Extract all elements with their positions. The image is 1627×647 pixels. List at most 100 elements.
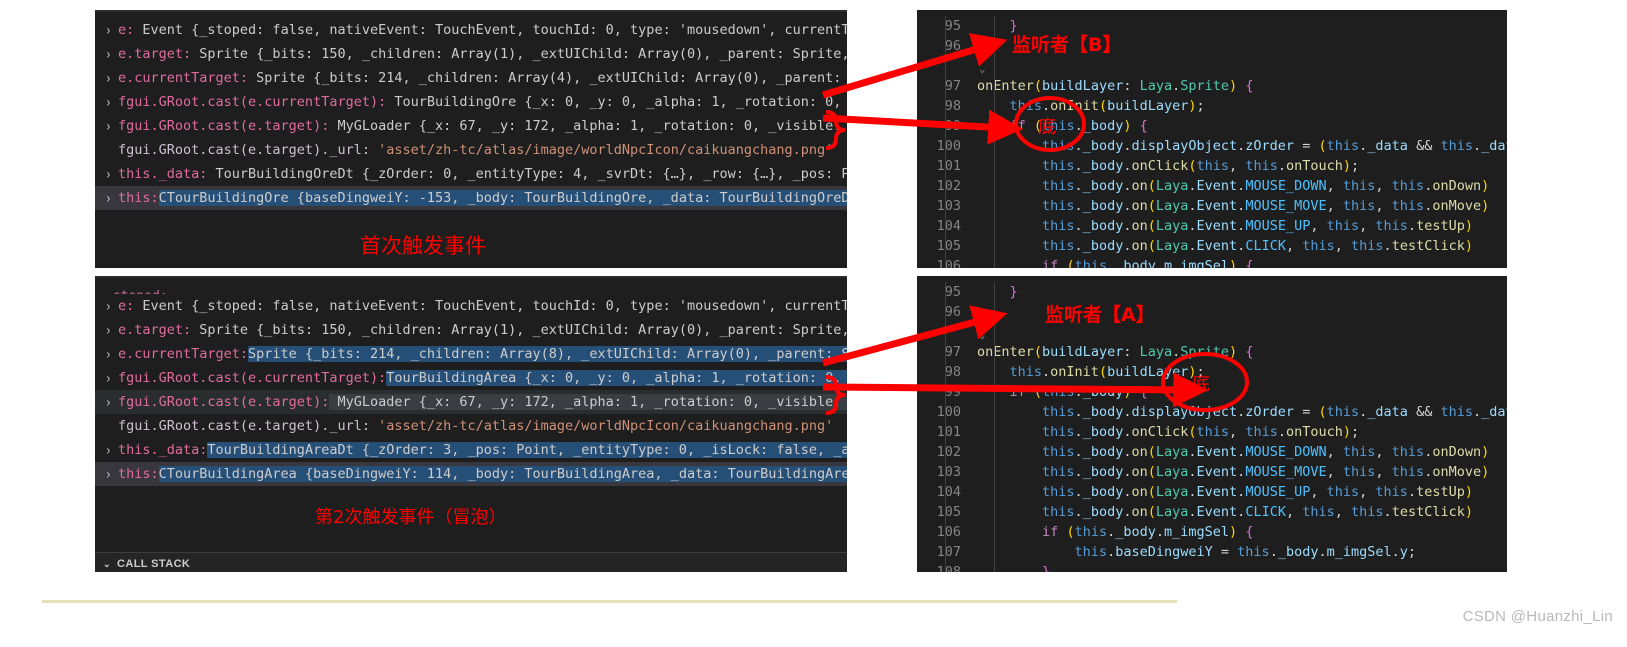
variable-row[interactable]: › fgui.GRoot.cast(e.target): MyGLoader {_… bbox=[95, 390, 915, 414]
variable-row[interactable]: › e: Event {_stoped: false, nativeEvent: … bbox=[95, 294, 971, 318]
expand-chevron-icon[interactable]: › bbox=[105, 460, 118, 490]
variable-key: this._data: bbox=[118, 442, 208, 458]
line-number: 101 bbox=[936, 424, 961, 440]
variable-value: 'asset/zh-tc/atlas/image/worldNpcIcon/ca… bbox=[369, 418, 834, 434]
variable-key: this: bbox=[118, 466, 159, 482]
code-line[interactable]: this._body.displayObject.zOrder = (this.… bbox=[977, 402, 1507, 422]
caption-first-trigger: 首次触发事件 bbox=[360, 234, 486, 258]
line-number-gutter-second: 9596979899100101102103104105106107108109 bbox=[917, 282, 969, 572]
code-line[interactable] bbox=[977, 56, 1507, 76]
caption-second-trigger: 第2次触发事件（冒泡） bbox=[315, 507, 507, 528]
footer-divider bbox=[42, 600, 1177, 603]
variable-key: e.currentTarget: bbox=[118, 346, 249, 362]
variable-key: e: bbox=[118, 22, 135, 38]
call-stack-section-header[interactable]: ⌄ CALL STACK bbox=[95, 552, 847, 572]
line-number: 100 bbox=[936, 404, 961, 420]
call-stack-label: CALL STACK bbox=[117, 558, 191, 570]
line-number: 97 bbox=[944, 344, 961, 360]
variable-row[interactable]: › e.target: Sprite {_bits: 150, _children… bbox=[95, 318, 955, 342]
variable-key: this: bbox=[118, 190, 159, 206]
code-line[interactable]: this._body.on(Laya.Event.MOUSE_UP, this,… bbox=[977, 216, 1507, 236]
debug-screenshot-second-trigger: _stoped: …›e: Event {_stoped: false, nat… bbox=[95, 276, 1507, 572]
code-line[interactable]: this._body.on(Laya.Event.MOUSE_DOWN, thi… bbox=[977, 176, 1507, 196]
variable-key: e.target: bbox=[118, 46, 192, 62]
fold-chevron-icon[interactable]: ⌄ bbox=[979, 62, 986, 75]
code-line[interactable]: } bbox=[977, 562, 1507, 572]
pane-divider-second bbox=[847, 276, 917, 572]
code-line[interactable]: this._body.onClick(this, this.onTouch); bbox=[977, 422, 1507, 442]
code-area-first[interactable]: } onEnter(buildLayer: Laya.Sprite) { thi… bbox=[977, 16, 1507, 268]
line-number: 105 bbox=[936, 238, 961, 254]
code-line[interactable]: this.baseDingweiY = this._body.m_imgSel.… bbox=[977, 542, 1507, 562]
debug-screenshot-first-trigger: › e: Event {_stoped: false, nativeEvent: … bbox=[95, 10, 1507, 268]
line-number: 108 bbox=[936, 564, 961, 572]
line-number: 99 bbox=[944, 384, 961, 400]
code-line[interactable]: if (this._body.m_imgSel) { bbox=[977, 522, 1507, 542]
variable-value: TourBuildingOreDt {_zOrder: 0, _entityTy… bbox=[207, 166, 891, 182]
code-line[interactable]: this._body.displayObject.zOrder = (this.… bbox=[977, 136, 1507, 156]
indent-guide bbox=[994, 282, 995, 572]
code-line[interactable] bbox=[977, 36, 1507, 56]
code-line[interactable]: this._body.on(Laya.Event.MOUSE_UP, this,… bbox=[977, 482, 1507, 502]
line-number: 97 bbox=[944, 78, 961, 94]
code-line[interactable] bbox=[977, 322, 1507, 342]
variable-key: fgui.GRoot.cast(e.target)._url: bbox=[118, 418, 370, 434]
variable-key: fgui.GRoot.cast(e.currentTarget): bbox=[118, 94, 387, 110]
variable-row[interactable]: › fgui.GRoot.cast(e.currentTarget): TourB… bbox=[95, 90, 971, 114]
variables-pane-second: _stoped: …›e: Event {_stoped: false, nat… bbox=[95, 276, 971, 572]
variable-row[interactable]: › e.currentTarget:Sprite {_bits: 214, _ch… bbox=[95, 342, 964, 366]
line-number: 98 bbox=[944, 98, 961, 114]
variable-key: this._data: bbox=[118, 166, 208, 182]
variable-value: Sprite {_bits: 150, _children: Array(1),… bbox=[191, 46, 956, 62]
variable-row[interactable]: › e: Event {_stoped: false, nativeEvent: … bbox=[95, 18, 971, 42]
variable-row[interactable]: › this._data: TourBuildingOreDt {_zOrder:… bbox=[95, 162, 890, 186]
variable-row[interactable]: › fgui.GRoot.cast(e.currentTarget):TourBu… bbox=[95, 366, 964, 390]
variables-list-first[interactable]: › e: Event {_stoped: false, nativeEvent: … bbox=[95, 18, 971, 210]
code-line[interactable]: this.onInit(buildLayer); bbox=[977, 96, 1507, 116]
line-number bbox=[917, 56, 969, 76]
line-number: 106 bbox=[936, 258, 961, 268]
code-line[interactable]: if (this._body) { bbox=[977, 382, 1507, 402]
code-line[interactable] bbox=[977, 302, 1507, 322]
variable-value: Event {_stoped: false, nativeEvent: Touc… bbox=[134, 22, 972, 38]
variable-value: Sprite {_bits: 150, _children: Array(1),… bbox=[191, 322, 956, 338]
line-number: 107 bbox=[936, 544, 961, 560]
indent-guide bbox=[945, 16, 946, 268]
variable-row[interactable]: ›fgui.GRoot.cast(e.target)._url: 'asset/… bbox=[95, 138, 847, 162]
line-number: 101 bbox=[936, 158, 961, 174]
indent-guide bbox=[994, 16, 995, 268]
variable-row[interactable]: › this:CTourBuildingArea {baseDingweiY: 1… bbox=[95, 462, 939, 486]
fold-chevron-icon[interactable]: ⌄ bbox=[979, 328, 986, 341]
code-line[interactable]: this.onInit(buildLayer); bbox=[977, 362, 1507, 382]
code-line[interactable]: if (this._body.m_imgSel) { bbox=[977, 256, 1507, 268]
variables-pane-first: › e: Event {_stoped: false, nativeEvent: … bbox=[95, 10, 971, 268]
line-number-gutter-first: 9596979899100101102103104105106107 bbox=[917, 16, 969, 268]
code-line[interactable]: onEnter(buildLayer: Laya.Sprite) { bbox=[977, 342, 1507, 362]
code-line[interactable]: this._body.on(Laya.Event.MOUSE_DOWN, thi… bbox=[977, 442, 1507, 462]
variables-list-second[interactable]: _stoped: …›e: Event {_stoped: false, nat… bbox=[95, 284, 971, 486]
code-line[interactable]: this._body.on(Laya.Event.MOUSE_MOVE, thi… bbox=[977, 196, 1507, 216]
variable-row[interactable]: › this._data:TourBuildingAreaDt {_zOrder:… bbox=[95, 438, 923, 462]
code-line[interactable]: if (this._body) { bbox=[977, 116, 1507, 136]
code-line[interactable]: onEnter(buildLayer: Laya.Sprite) { bbox=[977, 76, 1507, 96]
variable-key: fgui.GRoot.cast(e.target): bbox=[118, 118, 330, 134]
code-line[interactable]: } bbox=[977, 282, 1507, 302]
line-number: 104 bbox=[936, 218, 961, 234]
code-line[interactable]: } bbox=[977, 16, 1507, 36]
variable-key: fgui.GRoot.cast(e.target)._url: bbox=[118, 142, 370, 158]
code-line[interactable]: this._body.on(Laya.Event.MOUSE_MOVE, thi… bbox=[977, 462, 1507, 482]
variable-row[interactable]: › fgui.GRoot.cast(e.target): MyGLoader {_… bbox=[95, 114, 915, 138]
variable-row[interactable]: › e.target: Sprite {_bits: 150, _children… bbox=[95, 42, 955, 66]
code-line[interactable]: this._body.on(Laya.Event.CLICK, this, th… bbox=[977, 236, 1507, 256]
variable-row[interactable]: › e.currentTarget: Sprite {_bits: 214, _c… bbox=[95, 66, 971, 90]
line-number: 98 bbox=[944, 364, 961, 380]
variable-row[interactable]: _stoped: … bbox=[95, 284, 847, 294]
variable-value: Event {_stoped: false, nativeEvent: Touc… bbox=[134, 298, 972, 314]
expand-chevron-icon[interactable]: › bbox=[105, 184, 118, 214]
code-line[interactable]: this._body.onClick(this, this.onTouch); bbox=[977, 156, 1507, 176]
line-number: 100 bbox=[936, 138, 961, 154]
variable-row[interactable]: ›fgui.GRoot.cast(e.target)._url: 'asset/… bbox=[95, 414, 847, 438]
code-line[interactable]: this._body.on(Laya.Event.CLICK, this, th… bbox=[977, 502, 1507, 522]
code-area-second[interactable]: } onEnter(buildLayer: Laya.Sprite) { thi… bbox=[977, 282, 1507, 572]
variable-row[interactable]: › this:CTourBuildingOre {baseDingweiY: -1… bbox=[95, 186, 939, 210]
